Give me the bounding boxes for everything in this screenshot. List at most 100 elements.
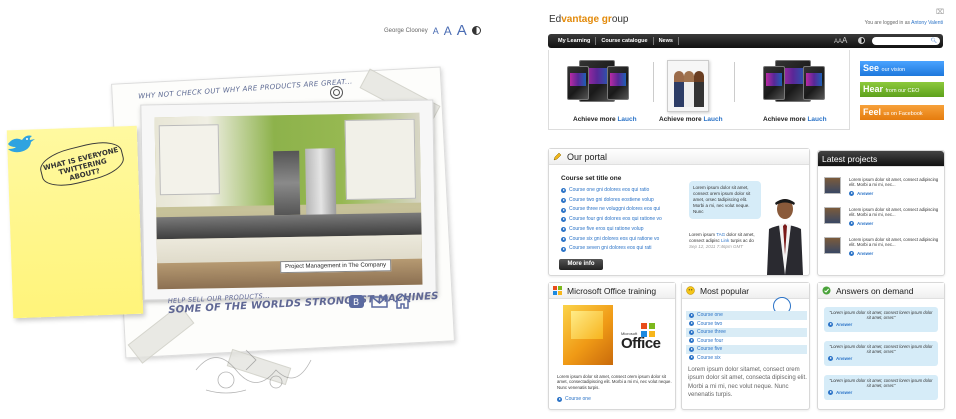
popular-course-link[interactable]: Course two (686, 320, 807, 329)
promo-1: Achieve more Lauch (573, 116, 637, 123)
username-label: George Clooney (384, 27, 428, 34)
screen-image (763, 66, 785, 100)
spiral-doodle-icon (330, 86, 343, 99)
answer-link[interactable]: Answer (828, 356, 934, 361)
nav-text-size[interactable]: AAA (834, 36, 847, 45)
arrow-icon (561, 207, 566, 213)
arrow-icon (689, 346, 694, 352)
nav-course-catalogue[interactable]: Course catalogue (596, 37, 654, 45)
project-thumbnail[interactable] (824, 177, 841, 194)
promo-2: Achieve more Lauch (659, 116, 723, 123)
answers-title: Answers on demand (836, 286, 914, 296)
promo-2-link[interactable]: Lauch (703, 116, 722, 123)
nav-news[interactable]: News (654, 37, 679, 45)
promo-1-link[interactable]: Lauch (617, 116, 636, 123)
popular-list: Course one Course two Course three Cours… (686, 311, 807, 362)
inline-link[interactable]: Link (721, 238, 729, 243)
office-logo: Microsoft Office (621, 323, 669, 355)
course-link[interactable]: Course three ne voluggni dolores eos qui (561, 205, 662, 215)
course-link[interactable]: Course four gni dolores eos qui ratione … (561, 215, 662, 225)
arrow-icon (689, 329, 694, 335)
arrow-icon (828, 322, 833, 327)
most-popular-panel: Most popular Course one Course two Cours… (681, 282, 810, 410)
edvantage-logo[interactable]: Edvantage group (549, 14, 629, 25)
project-text: Lorem ipsum dolor sit amet, consect adip… (849, 237, 939, 247)
arrow-icon (561, 198, 566, 204)
answer-link[interactable]: Answer (849, 221, 873, 226)
search-input[interactable]: 🔍︎ (872, 37, 940, 45)
answer-link[interactable]: Answer (828, 322, 934, 327)
more-info-button[interactable]: More info (559, 259, 603, 270)
arrow-icon (689, 321, 694, 327)
promo-banner: Achieve more Lauch Achieve more Lauch Ac… (548, 50, 850, 130)
course-link[interactable]: Course two gni dolores eostiene volup (561, 196, 662, 206)
course-link[interactable]: Course one gni dolores eos qui ratio (561, 186, 662, 196)
project-text: Lorem ipsum dolor sit amet, consect adip… (849, 177, 939, 187)
kitchen-photo: Project Management in The Company (154, 112, 423, 290)
tag-link[interactable]: TAG (716, 232, 725, 237)
text-size-small-button[interactable]: A (433, 26, 439, 36)
check-circle-icon (822, 286, 831, 295)
blog-icon[interactable]: B (348, 294, 365, 309)
our-portal-panel: Our portal Course set title one Course o… (548, 148, 810, 276)
answer-question: "Lorem ipsum dolor sit amet, consect lor… (829, 378, 933, 388)
answer-question: "Lorem ipsum dolor sit amet, consect lor… (829, 344, 933, 354)
window-icon[interactable]: ⌧ (936, 8, 944, 16)
course-link[interactable]: Course five eros qui ratione volup (561, 225, 662, 235)
office-icon (553, 286, 562, 295)
popular-course-link[interactable]: Course six (686, 354, 807, 363)
course-link[interactable]: Course six gni dolores eos qui ratione v… (561, 235, 662, 245)
arrow-icon (557, 396, 562, 402)
office-training-title: Microsoft Office training (567, 286, 657, 296)
project-item: Lorem ipsum dolor sit amet, consect adip… (824, 207, 942, 231)
course-link[interactable]: Course seven gni dolores eos qui rati (561, 244, 662, 254)
arrow-icon (828, 390, 833, 395)
sketch-doodles (195, 349, 312, 394)
contrast-icon[interactable] (471, 26, 481, 35)
answer-link[interactable]: Answer (849, 191, 873, 196)
answer-link[interactable]: Answer (828, 390, 934, 395)
search-icon[interactable]: 🔍︎ (931, 38, 937, 44)
project-thumbnail[interactable] (824, 237, 841, 254)
twitter-bird-icon[interactable] (6, 132, 36, 154)
project-item: Lorem ipsum dolor sit amet, consect adip… (824, 177, 942, 201)
screen-image (803, 66, 825, 100)
see-vision-button[interactable]: See our vision (860, 61, 944, 76)
popular-course-link[interactable]: Course four (686, 337, 807, 346)
answer-card: "Lorem ipsum dolor sit amet, consect lor… (824, 307, 938, 332)
arrow-icon (561, 188, 566, 194)
feel-facebook-button[interactable]: Feel us on Facebook (860, 105, 944, 120)
project-thumbnail[interactable] (824, 207, 841, 224)
answer-card: "Lorem ipsum dolor sit amet, consect lor… (824, 341, 938, 366)
speech-bubble: Lorem ipsum dolor sit amet, consect orem… (689, 181, 761, 219)
hear-ceo-button[interactable]: Hear from our CEO (860, 82, 944, 97)
arrow-icon (849, 251, 854, 256)
home-icon[interactable] (394, 294, 411, 309)
nav-contrast-icon[interactable] (858, 37, 865, 44)
arrow-icon (561, 227, 566, 233)
office-course-link[interactable]: Course one (557, 396, 591, 402)
scrapbook-page: George Clooney A A A WHY NOT CHECK OUT W… (0, 0, 520, 419)
project-text: Lorem ipsum dolor sit amet, consect adip… (849, 207, 939, 217)
arrow-icon (689, 312, 694, 318)
mail-icon[interactable] (371, 294, 388, 309)
most-popular-title: Most popular (700, 286, 750, 296)
latest-projects-panel: Latest projects Lorem ipsum dolor sit am… (817, 150, 945, 276)
text-size-large-button[interactable]: A (457, 22, 467, 39)
nav-my-learning[interactable]: My Learning (553, 37, 597, 45)
popular-course-link[interactable]: Course three (686, 328, 807, 337)
divider (653, 62, 654, 102)
our-portal-title: Our portal (567, 152, 608, 162)
text-size-medium-button[interactable]: A (444, 24, 452, 38)
promo-3-link[interactable]: Lauch (807, 116, 826, 123)
main-nav: My Learning Course catalogue News AAA 🔍︎ (548, 34, 943, 48)
office-text: Lorem ipsum dolor sit amet, consect orem… (557, 374, 672, 390)
logged-in-user-link[interactable]: Antony Valenti (911, 20, 943, 26)
portal-page: Edvantage group ⌧ You are logged in as A… (545, 0, 956, 419)
popular-course-link[interactable]: Course one (686, 311, 807, 320)
social-icons: B (348, 294, 411, 309)
answer-card: "Lorem ipsum dolor sit amet, consect lor… (824, 375, 938, 400)
answer-link[interactable]: Answer (849, 251, 873, 256)
photo-caption: Project Management in The Company (280, 259, 392, 274)
popular-course-link[interactable]: Course five (686, 345, 807, 354)
